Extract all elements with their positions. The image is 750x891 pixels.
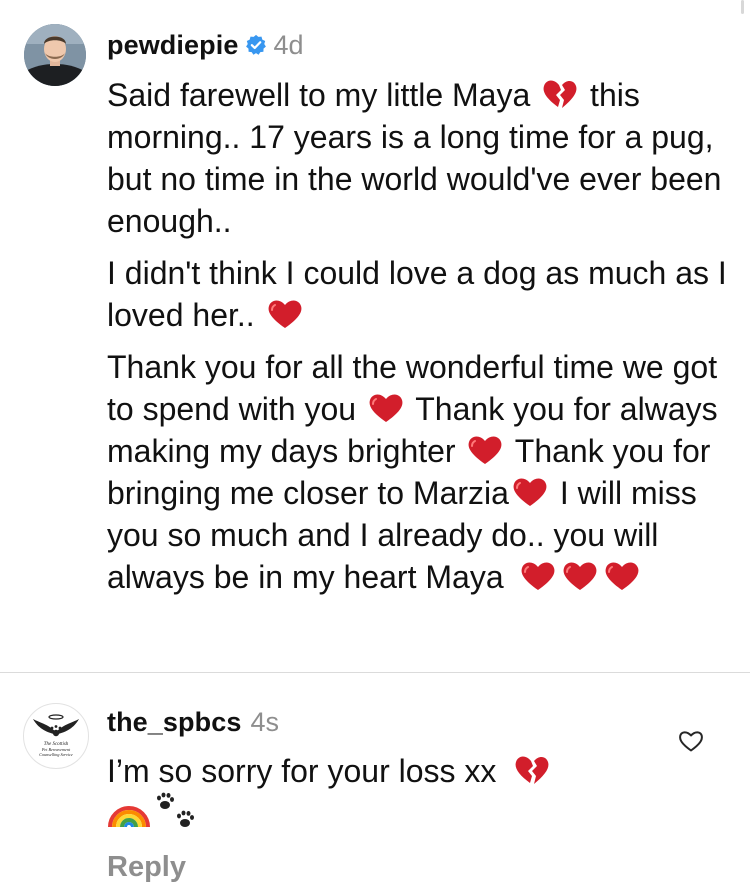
post-username[interactable]: pewdiepie [107,30,238,61]
reply-avatar[interactable]: The Scottish Pet Bereavement Counselling… [23,703,89,769]
post-timestamp: 4d [273,29,304,60]
scrollbar[interactable] [741,0,744,14]
reply-header: the_spbcs 4s [107,705,279,739]
caption-paragraph: Said farewell to my little Maya this mor… [107,74,737,242]
red-heart-emoji-icon [519,560,557,592]
avatar-photo-icon [24,24,86,86]
post-caption: Said farewell to my little Maya this mor… [107,74,737,608]
broken-heart-emoji-icon [513,754,551,786]
heart-outline-icon[interactable] [678,729,704,753]
spbcs-logo-icon: The Scottish Pet Bereavement Counselling… [33,714,79,757]
red-heart-emoji-icon [367,392,405,424]
red-heart-emoji-icon [561,560,599,592]
broken-heart-emoji-icon [541,78,579,110]
logo-text: Counselling Service [39,752,73,757]
caption-text: I didn't think I could love a dog as muc… [107,255,727,333]
red-heart-emoji-icon [603,560,641,592]
divider [0,672,750,673]
red-heart-emoji-icon [266,298,304,330]
reply-button[interactable]: Reply [107,851,186,884]
comment-thread: pewdiepie 4d Said farewell to my little … [0,0,750,891]
caption-text: Said farewell to my little Maya [107,77,531,113]
paw-prints-emoji-icon [157,792,194,827]
reply-emoji-row [107,792,203,832]
rainbow-emoji-icon [108,806,150,828]
caption-paragraph: Thank you for all the wonderful time we … [107,346,737,598]
reply-username[interactable]: the_spbcs [107,707,241,738]
reply-text: I’m so sorry for your loss xx [107,750,667,792]
red-heart-emoji-icon [466,434,504,466]
red-heart-emoji-icon [511,476,549,508]
reply-text-content: I’m so sorry for your loss xx [107,753,497,789]
avatar[interactable] [24,24,86,86]
reply-timestamp: 4s [250,706,279,737]
post-header: pewdiepie 4d [107,28,303,62]
verified-badge-icon [246,34,267,55]
caption-paragraph: I didn't think I could love a dog as muc… [107,252,737,336]
